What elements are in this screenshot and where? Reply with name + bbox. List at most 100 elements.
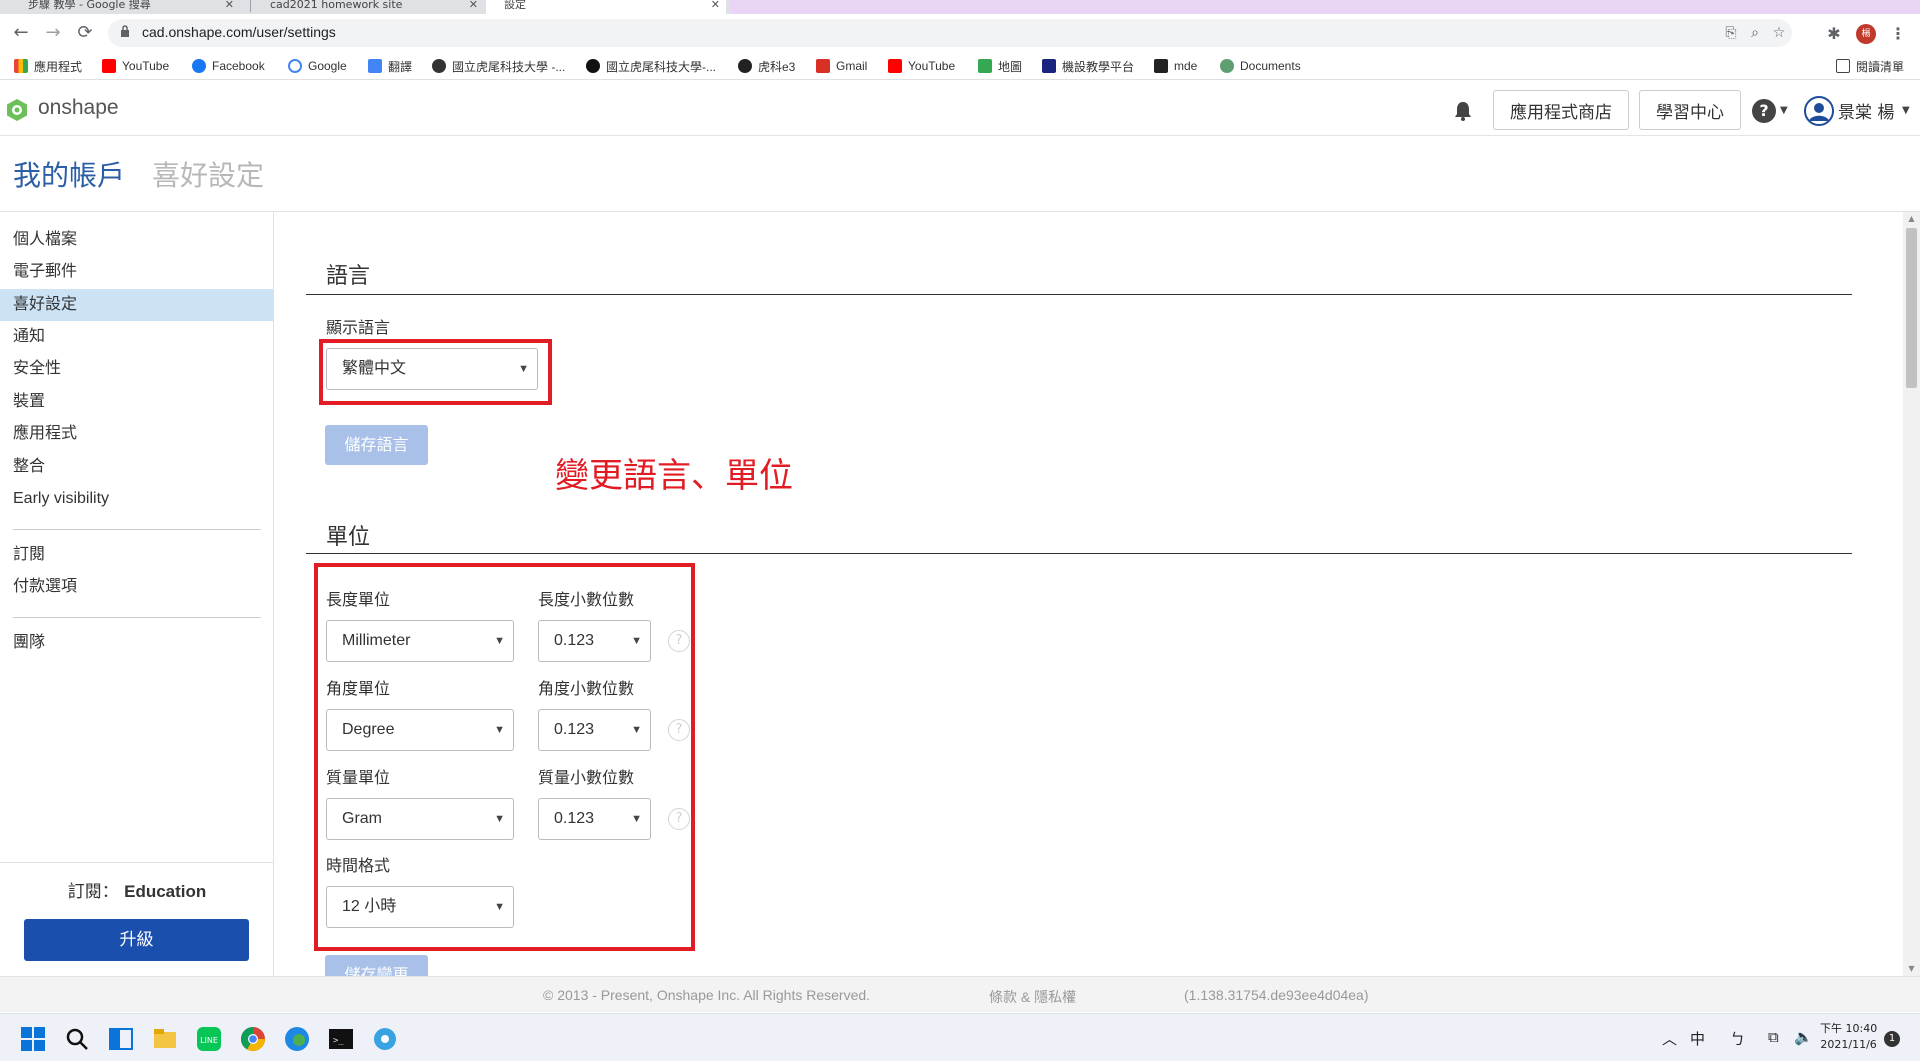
- app-store-button[interactable]: 應用程式商店: [1493, 90, 1629, 130]
- section-divider: [306, 294, 1852, 295]
- network-icon[interactable]: ⧉: [1768, 1028, 1779, 1046]
- sidebar-item-teams[interactable]: 團隊: [0, 627, 274, 659]
- terms-privacy-link[interactable]: 條款 & 隱私權: [989, 987, 1076, 1007]
- task-view-icon[interactable]: [108, 1026, 134, 1052]
- close-icon[interactable]: ✕: [469, 0, 478, 11]
- bookmark-label: 國立虎尾科技大學 -...: [452, 59, 566, 74]
- user-avatar-icon[interactable]: [1804, 96, 1834, 126]
- chevron-down-icon[interactable]: ▼: [1902, 105, 1910, 116]
- upgrade-button[interactable]: 升級: [24, 919, 249, 961]
- youtube-icon: [888, 59, 902, 73]
- ime-indicator[interactable]: 中: [1690, 1028, 1705, 1049]
- browser-menu-icon[interactable]: ⋮: [1887, 23, 1909, 45]
- sidebar-item-email[interactable]: 電子郵件: [0, 256, 274, 288]
- sidebar-divider: [13, 617, 261, 618]
- sidebar-item-early-visibility[interactable]: Early visibility: [0, 483, 274, 515]
- browser-tab-strip: 步驟 教學 - Google 搜尋 ✕ cad2021 homework sit…: [0, 0, 1920, 14]
- notification-count-badge[interactable]: 1: [1884, 1031, 1900, 1047]
- bookmark-label: 地圖: [998, 59, 1023, 74]
- save-language-button[interactable]: 儲存語言: [325, 425, 428, 465]
- translate-icon: [368, 59, 382, 73]
- sidebar-item-subscription[interactable]: 訂閱: [0, 539, 274, 571]
- sidebar-item-preferences[interactable]: 喜好設定: [0, 289, 274, 321]
- bookmark-youtube-2[interactable]: YouTube: [888, 58, 955, 74]
- save-units-button[interactable]: 儲存變更: [325, 955, 428, 976]
- chevron-down-icon[interactable]: ▼: [1780, 105, 1788, 116]
- zoom-icon[interactable]: ⌕: [1746, 24, 1764, 42]
- line-app-icon[interactable]: LINE: [196, 1026, 222, 1052]
- notifications-bell-icon[interactable]: [1452, 100, 1474, 122]
- onshape-logo-icon[interactable]: [6, 98, 28, 122]
- bookmark-label: mde: [1174, 59, 1198, 73]
- tray-overflow-chevron-icon[interactable]: ︿: [1662, 1028, 1677, 1049]
- browser-tab-settings[interactable]: 設定 ✕: [486, 0, 726, 14]
- bookmark-nfu-2[interactable]: 國立虎尾科技大學-...: [586, 58, 716, 74]
- bookmark-label: Documents: [1240, 59, 1301, 73]
- edge-icon[interactable]: [284, 1026, 310, 1052]
- reload-icon[interactable]: ⟳: [74, 22, 96, 44]
- close-icon[interactable]: ✕: [711, 0, 720, 11]
- bookmark-facebook[interactable]: Facebook: [192, 58, 265, 74]
- bookmark-translate[interactable]: 翻譯: [368, 58, 412, 74]
- bookmark-label: Facebook: [212, 59, 265, 73]
- translate-page-icon[interactable]: ⎘: [1722, 24, 1740, 42]
- sidebar-item-profile[interactable]: 個人檔案: [0, 224, 274, 256]
- bookmark-youtube[interactable]: YouTube: [102, 58, 169, 74]
- extensions-puzzle-icon[interactable]: ✱: [1823, 23, 1845, 45]
- scroll-down-icon[interactable]: ▼: [1903, 962, 1920, 976]
- scroll-up-icon[interactable]: ▲: [1903, 212, 1920, 226]
- bookmark-maps[interactable]: 地圖: [978, 58, 1022, 74]
- search-icon[interactable]: [64, 1026, 90, 1052]
- chrome-icon[interactable]: [240, 1026, 266, 1052]
- close-icon[interactable]: ✕: [225, 0, 234, 11]
- page-title-bar: 我的帳戶 喜好設定: [0, 136, 1920, 212]
- ime-mode-icon[interactable]: ㄅ: [1730, 1028, 1745, 1049]
- bookmark-documents[interactable]: Documents: [1220, 58, 1301, 74]
- bookmark-star-icon[interactable]: ☆: [1770, 24, 1788, 42]
- subscription-plan: Education: [124, 882, 207, 901]
- bookmark-google[interactable]: Google: [288, 58, 347, 74]
- taskbar-clock[interactable]: 下午 10:40 2021/11/6: [1820, 1021, 1877, 1053]
- windows-start-icon[interactable]: [20, 1026, 46, 1052]
- back-arrow-icon[interactable]: ←: [10, 22, 32, 44]
- user-name[interactable]: 景棠 楊: [1838, 98, 1894, 123]
- sidebar-item-integrations[interactable]: 整合: [0, 451, 274, 483]
- bookmark-nfu[interactable]: 國立虎尾科技大學 -...: [432, 58, 565, 74]
- bookmark-mde[interactable]: mde: [1154, 58, 1197, 74]
- sidebar-item-notifications[interactable]: 通知: [0, 321, 274, 353]
- terminal-icon[interactable]: >_: [328, 1026, 354, 1052]
- scrollbar-thumb[interactable]: [1906, 228, 1917, 388]
- forward-arrow-icon[interactable]: →: [42, 22, 64, 44]
- learning-center-button[interactable]: 學習中心: [1639, 90, 1741, 130]
- help-icon[interactable]: ?: [1752, 99, 1776, 123]
- app-header: onshape 應用程式商店 學習中心 ? ▼ 景棠 楊 ▼: [0, 84, 1920, 136]
- settings-sidebar: 個人檔案 電子郵件 喜好設定 通知 安全性 裝置 應用程式 整合 Early v…: [0, 212, 274, 976]
- svg-text:>_: >_: [333, 1036, 344, 1046]
- bookmark-e3[interactable]: 虎科e3: [738, 58, 795, 74]
- bookmark-platform[interactable]: 機設教學平台: [1042, 58, 1134, 74]
- chrome-profile-avatar[interactable]: 楊: [1856, 24, 1876, 44]
- address-bar[interactable]: cad.onshape.com/user/settings ⎘ ⌕ ☆: [108, 19, 1792, 47]
- sidebar-item-payment[interactable]: 付款選項: [0, 571, 274, 603]
- gmail-icon: [816, 59, 830, 73]
- annotation-text: 變更語言、單位: [555, 456, 793, 496]
- page-footer: © 2013 - Present, Onshape Inc. All Right…: [0, 976, 1920, 1012]
- bookmark-apps[interactable]: 應用程式: [14, 58, 82, 74]
- bookmark-label: 翻譯: [388, 59, 413, 74]
- settings-app-icon[interactable]: [372, 1026, 398, 1052]
- bookmark-label: YouTube: [122, 59, 170, 73]
- browser-tab-homework[interactable]: cad2021 homework site ✕: [252, 0, 484, 14]
- sidebar-item-devices[interactable]: 裝置: [0, 386, 274, 418]
- reading-list[interactable]: 閱讀清單: [1836, 58, 1904, 74]
- onshape-logo-text[interactable]: onshape: [38, 96, 119, 120]
- volume-icon[interactable]: 🔈: [1794, 1028, 1813, 1046]
- bookmark-gmail[interactable]: Gmail: [816, 58, 867, 74]
- reading-list-label: 閱讀清單: [1856, 59, 1905, 74]
- sidebar-item-applications[interactable]: 應用程式: [0, 418, 274, 450]
- tab-strip-background: [730, 0, 1920, 14]
- browser-tab-search[interactable]: 步驟 教學 - Google 搜尋 ✕: [10, 0, 240, 14]
- mde-icon: [1154, 59, 1168, 73]
- file-explorer-icon[interactable]: [152, 1026, 178, 1052]
- bookmark-label: 應用程式: [34, 59, 83, 74]
- sidebar-item-security[interactable]: 安全性: [0, 353, 274, 385]
